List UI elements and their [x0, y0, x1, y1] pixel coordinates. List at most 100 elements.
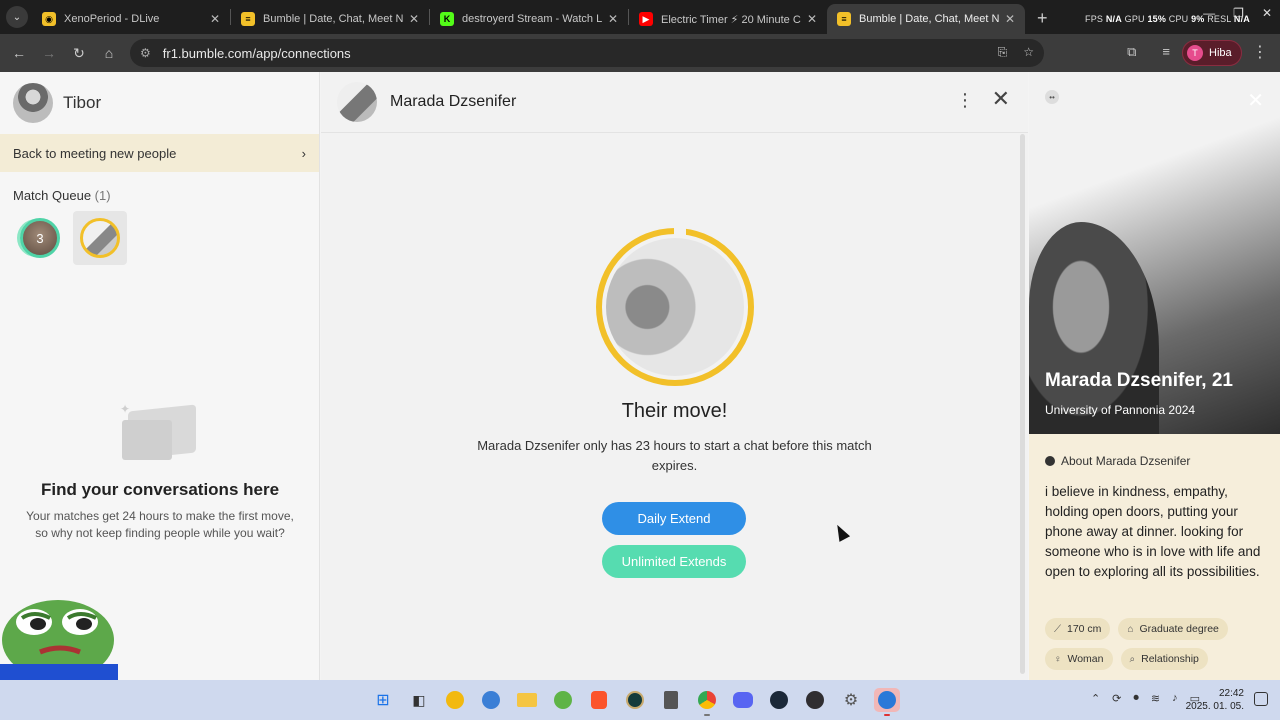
tab-close-icon[interactable]: ✕	[807, 12, 817, 26]
photo-options-icon[interactable]: ••	[1045, 90, 1059, 104]
match-chat-panel: Marada Dzsenifer ⋮ ✕ Their move! Marada …	[321, 72, 1028, 680]
close-window-icon[interactable]: ✕	[1262, 6, 1272, 20]
sync-icon[interactable]: ⟳	[1112, 692, 1121, 705]
microphone-icon[interactable]: ⏺	[1133, 692, 1139, 705]
translate-icon[interactable]: ⎘	[998, 45, 1008, 60]
reading-list-icon[interactable]: ≡	[1162, 44, 1170, 60]
bookmark-star-icon[interactable]: ☆	[1023, 45, 1034, 60]
site-info-icon[interactable]: ⚙	[140, 46, 151, 60]
ruler-icon: ⟋	[1054, 623, 1061, 635]
windows-taskbar: ⊞ ◧ ⚙ ⌃ ⟳ ⏺ ≋ ♪ ▭ 22:42 2025. 01. 05.	[0, 680, 1280, 720]
task-view-icon[interactable]: ◧	[406, 688, 432, 712]
browser-tab[interactable]: ≡ Bumble | Date, Chat, Meet New ✕	[231, 4, 429, 34]
reload-icon[interactable]: ↻	[64, 45, 94, 62]
match-queue-heading: Match Queue (1)	[13, 188, 319, 203]
file-explorer-icon[interactable]	[514, 688, 540, 712]
wifi-icon[interactable]: ≋	[1151, 692, 1160, 705]
youtube-favicon-icon: ▶	[639, 12, 653, 26]
about-heading: About Marada Dzsenifer	[1045, 454, 1190, 468]
forward-arrow-icon[interactable]: →	[34, 45, 64, 61]
timer-app-icon[interactable]	[874, 688, 900, 716]
browser-tab-active[interactable]: ≡ Bumble | Date, Chat, Meet New ✕	[827, 4, 1025, 34]
back-to-meeting-link[interactable]: Back to meeting new people ›	[0, 134, 319, 172]
browser-tab[interactable]: K destroyerd Stream - Watch Live ✕	[430, 4, 628, 34]
taskbar-apps: ⊞ ◧ ⚙	[370, 688, 900, 716]
close-chat-icon[interactable]: ✕	[992, 86, 1010, 112]
bumble-favicon-icon: ≡	[837, 12, 851, 26]
graduation-cap-icon: ⌂	[1127, 623, 1134, 635]
obs-icon[interactable]	[802, 688, 828, 712]
chevron-right-icon: ›	[301, 145, 306, 161]
chrome-icon[interactable]	[694, 688, 720, 716]
browser-tab[interactable]: ◉ XenoPeriod - DLive ✕	[32, 4, 230, 34]
profile-chips: ⟋ 170 cm ⌂ Graduate degree ♀ Woman ⌕ Rel…	[1045, 618, 1275, 670]
address-bar[interactable]: ⚙ fr1.bumble.com/app/connections ⎘ ☆	[130, 39, 1044, 67]
tab-close-icon[interactable]: ✕	[409, 12, 419, 26]
fps-value: N/A	[1105, 14, 1122, 24]
running-indicator	[704, 714, 710, 716]
tab-close-icon[interactable]: ✕	[210, 12, 220, 26]
pepe-frog-sticker-icon	[0, 600, 118, 680]
close-profile-icon[interactable]: ✕	[1247, 88, 1264, 113]
queue-item-match[interactable]	[73, 211, 127, 265]
gender-icon: ♀	[1054, 653, 1062, 665]
back-arrow-icon[interactable]: ←	[4, 45, 34, 61]
match-queue-count: (1)	[94, 188, 111, 203]
browser-menu-icon[interactable]: ⋮	[1252, 42, 1268, 62]
discord-icon[interactable]	[730, 688, 756, 712]
url-text: fr1.bumble.com/app/connections	[162, 45, 351, 61]
new-tab-button[interactable]: +	[1037, 8, 1048, 29]
match-header-avatar[interactable]	[337, 82, 377, 122]
extensions-puzzle-icon[interactable]: ⧉	[1127, 44, 1136, 60]
utorrent-icon[interactable]	[550, 688, 576, 712]
taskbar-clock[interactable]: 22:42 2025. 01. 05.	[1186, 687, 1244, 713]
profile-school: University of Pannonia 2024	[1045, 403, 1196, 417]
coin-app-icon[interactable]	[442, 688, 468, 712]
match-timer-ring	[596, 226, 754, 386]
my-avatar[interactable]	[13, 83, 53, 123]
match-header-name[interactable]: Marada Dzsenifer	[390, 93, 516, 111]
unlimited-extends-button[interactable]: Unlimited Extends	[602, 545, 746, 578]
about-label: About Marada Dzsenifer	[1061, 454, 1191, 468]
profile-button[interactable]: T Hiba	[1182, 40, 1242, 66]
mouse-cursor-icon	[831, 522, 851, 542]
league-of-legends-icon[interactable]	[622, 688, 648, 712]
browser-tab[interactable]: ▶ Electric Timer ⚡ 20 Minute Co ✕	[629, 4, 827, 34]
running-indicator	[884, 714, 890, 716]
steam-icon[interactable]	[766, 688, 792, 712]
match-avatar	[80, 218, 120, 258]
empty-text: Your matches get 24 hours to make the fi…	[26, 509, 294, 540]
match-photo	[606, 238, 744, 376]
empty-title: Find your conversations here	[40, 480, 280, 499]
qbittorrent-icon[interactable]	[478, 688, 504, 712]
profile-name: Hiba	[1209, 47, 1232, 59]
windows-start-icon[interactable]: ⊞	[370, 688, 396, 712]
screen-shape	[122, 420, 172, 460]
settings-gear-icon[interactable]: ⚙	[838, 688, 864, 712]
my-profile-header[interactable]: Tibor	[0, 72, 319, 134]
empty-conversations: ✦ Find your conversations here Your matc…	[0, 402, 320, 542]
profile-bio: i believe in kindness, empathy, holding …	[1045, 484, 1261, 579]
daily-extend-button[interactable]: Daily Extend	[602, 502, 746, 535]
notification-icon[interactable]	[1254, 692, 1268, 706]
tab-strip: ⌄ ◉ XenoPeriod - DLive ✕ ≡ Bumble | Date…	[0, 0, 1280, 34]
chip-label: Woman	[1067, 653, 1104, 665]
minimize-icon[interactable]: —	[1203, 6, 1215, 20]
home-icon[interactable]: ⌂	[94, 45, 124, 61]
brave-browser-icon[interactable]	[586, 688, 612, 712]
tab-search-button[interactable]: ⌄	[6, 6, 28, 28]
chevron-up-icon[interactable]: ⌃	[1091, 692, 1100, 705]
toolbar: ← → ↻ ⌂ ⚙ fr1.bumble.com/app/connections…	[0, 34, 1280, 72]
chip-looking-for: ⌕ Relationship	[1120, 648, 1208, 670]
queue-item-likes[interactable]: 3	[13, 211, 67, 265]
maximize-icon[interactable]: ❐	[1233, 6, 1244, 20]
tab-close-icon[interactable]: ✕	[608, 12, 618, 26]
clock-date: 2025. 01. 05.	[1185, 701, 1244, 712]
tab-close-icon[interactable]: ✕	[1005, 12, 1015, 26]
match-queue-label: Match Queue	[13, 188, 92, 203]
profile-name-age: Marada Dzsenifer, 21	[1045, 370, 1233, 391]
calculator-icon[interactable]	[658, 688, 684, 712]
more-options-icon[interactable]: ⋮	[956, 90, 974, 111]
volume-icon[interactable]: ♪	[1172, 692, 1178, 705]
chip-height: ⟋ 170 cm	[1045, 618, 1111, 640]
